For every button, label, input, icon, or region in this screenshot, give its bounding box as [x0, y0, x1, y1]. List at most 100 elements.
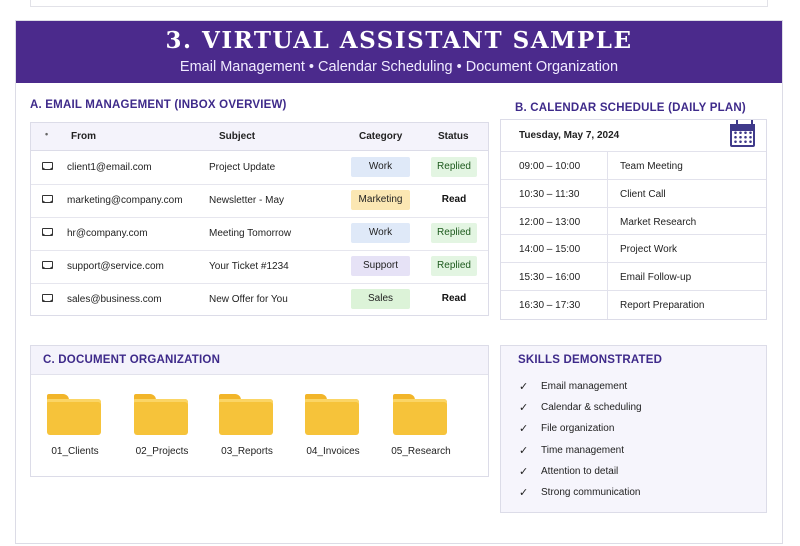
skills-section-title: SKILLS DEMONSTRATED — [518, 354, 663, 366]
column-divider — [607, 179, 608, 208]
category-badge: Marketing — [351, 190, 410, 210]
skill-label: Time management — [541, 444, 624, 456]
envelope-icon — [42, 195, 53, 203]
calendar-event-row[interactable]: 16:30 – 17:30 Report Preparation — [501, 290, 766, 319]
event-time: 12:00 – 13:00 — [519, 216, 581, 228]
email-from: support@service.com — [67, 261, 164, 272]
event-task: Market Research — [620, 216, 697, 228]
table-row[interactable]: client1@email.com Project Update Work Repli… — [31, 151, 488, 185]
event-time: 16:30 – 17:30 — [519, 300, 581, 311]
table-row[interactable]: marketing@company.com Newsletter - May Mar… — [31, 184, 488, 218]
email-from: hr@company.com — [67, 228, 148, 239]
folder-item[interactable]: 03_Reports — [207, 394, 287, 464]
event-task: Email Follow-up — [620, 272, 692, 284]
column-subject: Subject — [219, 131, 256, 142]
status-badge: Read — [441, 293, 467, 304]
event-time: 14:00 – 15:00 — [519, 244, 581, 256]
folder-icon — [219, 394, 273, 435]
column-divider — [607, 263, 608, 291]
folder-item[interactable]: 01_Clients — [35, 394, 115, 464]
email-subject: Your Ticket #1234 — [209, 261, 289, 272]
skill-label: Email management — [541, 381, 628, 392]
header-bullet: • — [45, 129, 49, 139]
envelope-icon — [42, 228, 53, 236]
documents-panel: C. DOCUMENT ORGANIZATION 01_Clients 02_Pr… — [30, 345, 489, 477]
check-icon: ✓ — [519, 487, 529, 499]
envelope-icon — [42, 162, 53, 170]
status-badge: Replied — [431, 256, 477, 276]
status-badge: Replied — [431, 223, 477, 243]
check-icon: ✓ — [519, 423, 529, 436]
email-subject: Meeting Tomorrow — [209, 228, 292, 239]
folder-label: 04_Invoices — [306, 446, 360, 457]
skill-label: File organization — [541, 423, 615, 435]
previous-page-edge — [30, 0, 768, 7]
folder-item[interactable]: 05_Research — [381, 394, 461, 464]
calendar-event-row[interactable]: 15:30 – 16:00 Email Follow-up — [501, 262, 766, 291]
email-from: client1@email.com — [67, 162, 152, 173]
email-table: • From Subject Category Status client1@e… — [30, 122, 489, 316]
folder-label: 02_Projects — [135, 446, 189, 457]
email-table-header: • From Subject Category Status — [31, 123, 488, 151]
check-icon: ✓ — [519, 465, 529, 478]
column-divider — [607, 235, 608, 264]
column-divider — [607, 291, 608, 319]
folder-label: 05_Research — [391, 446, 451, 457]
column-divider — [607, 207, 608, 236]
status-badge: Read — [441, 194, 467, 205]
email-subject: Project Update — [209, 162, 276, 173]
calendar-event-row[interactable]: 14:00 – 15:00 Project Work — [501, 234, 766, 264]
check-icon: ✓ — [519, 381, 529, 393]
email-subject: New Offer for You — [209, 294, 288, 305]
calendar-panel: B. CALENDAR SCHEDULE (DAILY PLAN) Tuesda… — [500, 102, 767, 320]
folder-label: 03_Reports — [221, 446, 273, 457]
category-badge: Work — [351, 223, 410, 243]
category-badge: Support — [351, 256, 410, 276]
calendar-section-title: B. CALENDAR SCHEDULE (DAILY PLAN) — [515, 102, 746, 114]
column-from: From — [71, 131, 96, 142]
folder-item[interactable]: 02_Projects — [122, 394, 202, 464]
event-time: 10:30 – 11:30 — [519, 188, 580, 200]
event-time: 09:00 – 10:00 — [519, 161, 581, 172]
folder-icon — [305, 394, 359, 435]
event-task: Team Meeting — [620, 161, 683, 172]
skill-label: Attention to detail — [541, 465, 619, 477]
banner: 3. VIRTUAL ASSISTANT SAMPLE Email Manage… — [16, 21, 782, 83]
check-icon: ✓ — [519, 402, 529, 415]
banner-title: 3. VIRTUAL ASSISTANT SAMPLE — [165, 27, 633, 54]
envelope-icon — [42, 294, 53, 302]
envelope-icon — [42, 261, 53, 269]
folder-icon — [47, 394, 101, 435]
event-task: Report Preparation — [620, 300, 705, 311]
table-row[interactable]: support@service.com Your Ticket #1234 Supp… — [31, 250, 488, 284]
event-time: 15:30 – 16:00 — [519, 272, 581, 284]
folder-label: 01_Clients — [51, 446, 99, 457]
category-badge: Sales — [351, 289, 410, 309]
skill-label: Strong communication — [541, 487, 641, 498]
folder-item[interactable]: 04_Invoices — [293, 394, 373, 464]
folder-icon — [134, 394, 188, 435]
email-from: marketing@company.com — [67, 195, 183, 206]
event-task: Client Call — [620, 188, 666, 200]
skill-label: Calendar & scheduling — [541, 402, 642, 414]
table-row[interactable]: hr@company.com Meeting Tomorrow Work Replie… — [31, 217, 488, 251]
column-divider — [607, 152, 608, 180]
event-task: Project Work — [620, 244, 678, 256]
calendar-event-row[interactable]: 12:00 – 13:00 Market Research — [501, 206, 766, 236]
calendar-date: Tuesday, May 7, 2024 — [519, 130, 620, 141]
email-from: sales@business.com — [67, 294, 162, 305]
calendar-icon — [730, 120, 755, 147]
check-icon: ✓ — [519, 444, 529, 457]
email-subject: Newsletter - May — [209, 195, 285, 206]
banner-subtitle: Email Management • Calendar Scheduling •… — [179, 59, 619, 75]
status-badge: Replied — [431, 157, 477, 177]
calendar-event-row[interactable]: 10:30 – 11:30 Client Call — [501, 178, 766, 208]
skills-panel: SKILLS DEMONSTRATED ✓ Email management ✓ Ca… — [500, 345, 767, 513]
email-section-title: A. EMAIL MANAGEMENT (INBOX OVERVIEW) — [30, 99, 287, 111]
column-category: Category — [359, 131, 403, 142]
documents-section-title: C. DOCUMENT ORGANIZATION — [43, 354, 221, 366]
category-badge: Work — [351, 157, 410, 177]
table-row[interactable]: sales@business.com New Offer for You Sales… — [31, 283, 488, 316]
folder-icon — [393, 394, 447, 435]
calendar-event-row[interactable]: 09:00 – 10:00 Team Meeting — [501, 151, 766, 180]
